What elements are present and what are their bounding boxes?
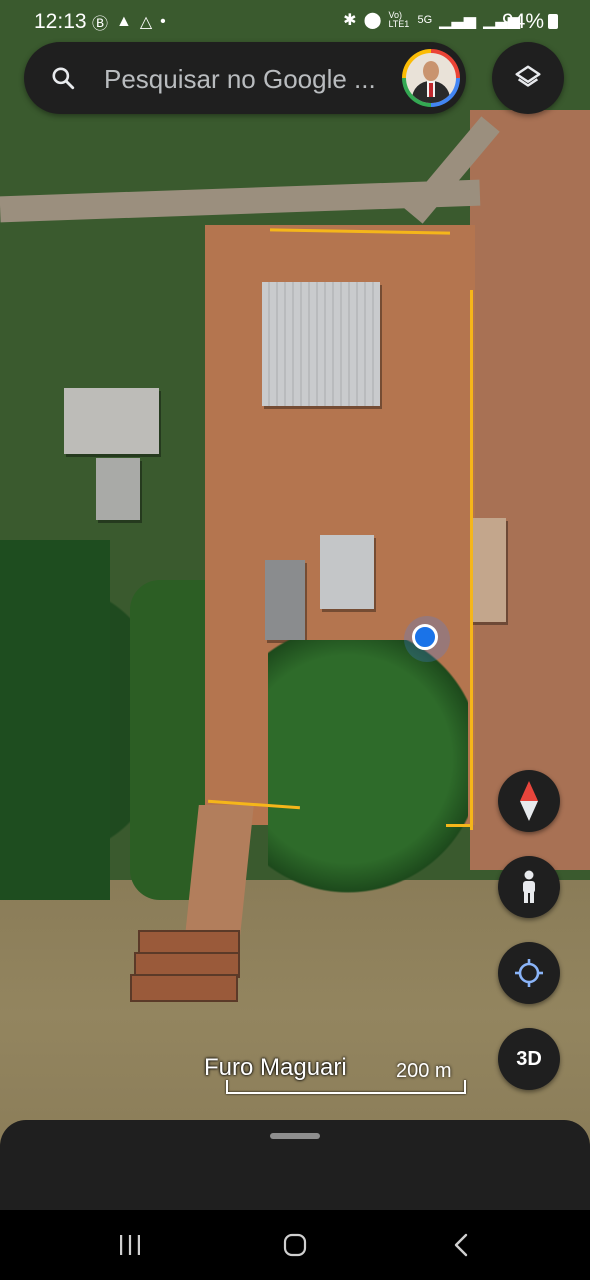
my-location-icon [515, 959, 543, 987]
current-location-marker[interactable] [412, 624, 438, 650]
notification-b-icon: Ⓑ [92, 16, 109, 33]
account-avatar[interactable] [402, 49, 460, 107]
3d-label: 3D [516, 1047, 542, 1070]
street-view-icon [523, 870, 535, 903]
status-time: 12:13 [34, 10, 87, 33]
storage-yard [470, 110, 590, 870]
compass-icon [520, 781, 538, 821]
status-bar: 12:13 Ⓑ ▲ △ • ✱ ⬤ Vo) LTE1 5G ▁▃▅ ▁▃▅ 94… [0, 0, 590, 44]
building [265, 560, 305, 640]
bottom-sheet-drag-handle[interactable] [270, 1133, 320, 1139]
more-notifications-dot-icon: • [160, 13, 166, 30]
location-pin-icon: ⬤ [363, 12, 382, 29]
forest-area [0, 540, 110, 900]
barge [130, 974, 238, 1002]
signal-strength-icon: ▁▃▅ [439, 12, 477, 29]
search-bar[interactable]: Pesquisar no Google ... [24, 42, 466, 114]
battery-indicator: 94% [502, 10, 558, 34]
property-boundary-line [446, 824, 472, 827]
battery-percent: 94% [501, 10, 544, 33]
building [470, 518, 506, 622]
tree-cluster [268, 640, 468, 905]
scale-bar [226, 1080, 466, 1094]
bluetooth-icon: ✱ [343, 12, 357, 29]
volte-label: Vo) LTE1 [388, 10, 410, 29]
map-place-label[interactable]: Furo Maguari [204, 1054, 347, 1082]
system-icons: ✱ ⬤ Vo) LTE1 5G ▁▃▅ ▁▃▅ [343, 10, 520, 30]
profile-photo [406, 53, 456, 103]
search-icon[interactable] [50, 65, 76, 91]
road [0, 179, 481, 223]
my-location-button[interactable] [498, 942, 560, 1004]
warehouse [262, 282, 380, 406]
street-view-button[interactable] [498, 856, 560, 918]
back-icon[interactable] [452, 1233, 470, 1257]
layers-button[interactable] [492, 42, 564, 114]
river [0, 880, 590, 1150]
battery-icon [548, 14, 558, 29]
building [96, 458, 140, 520]
navigation-arrow-icon: ▲ [116, 13, 132, 30]
recent-apps-icon[interactable] [118, 1234, 142, 1256]
property-boundary-line [470, 290, 473, 830]
warehouse [320, 535, 374, 609]
home-icon[interactable] [283, 1233, 307, 1257]
search-input[interactable]: Pesquisar no Google ... [104, 64, 394, 95]
app-notification-icon: △ [139, 14, 153, 31]
compass-button[interactable] [498, 770, 560, 832]
building [64, 388, 159, 454]
notification-icons: Ⓑ ▲ △ • [92, 10, 166, 34]
layers-icon [515, 65, 541, 87]
network-type: 5G [417, 14, 433, 26]
3d-toggle-button[interactable]: 3D [498, 1028, 560, 1090]
